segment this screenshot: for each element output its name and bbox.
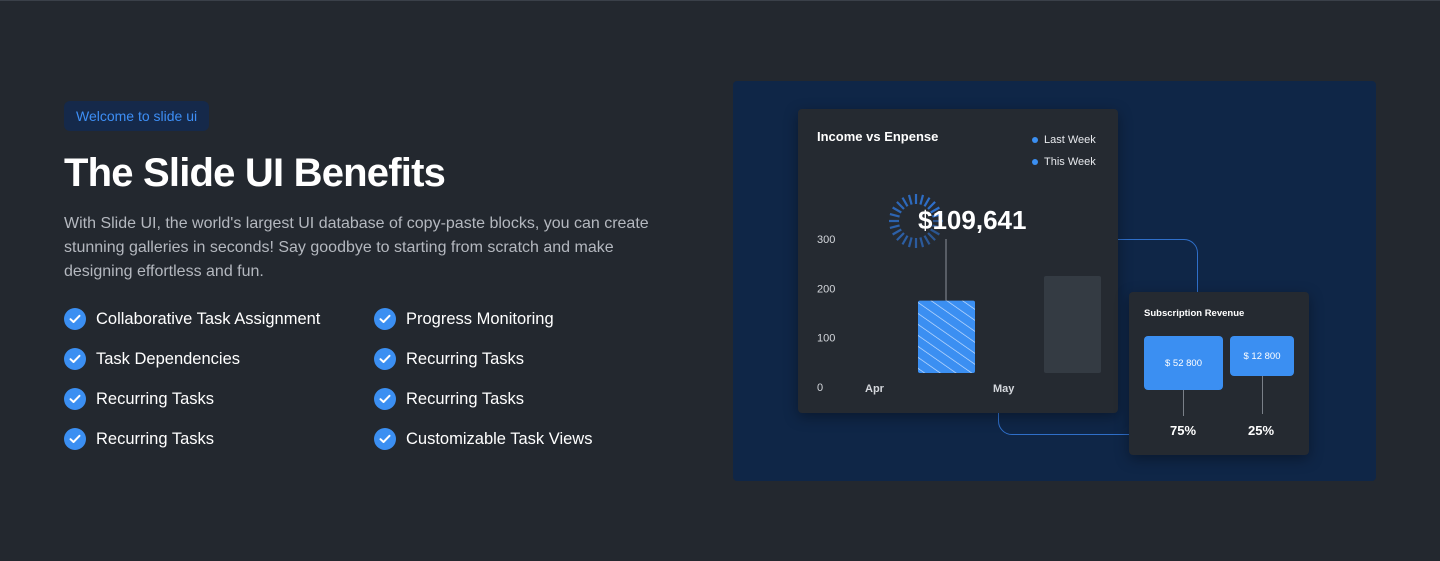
spinner-tick [907, 194, 913, 205]
revenue-amount-secondary: $ 12 800 [1230, 336, 1294, 376]
hero-description: With Slide UI, the world's largest UI da… [64, 215, 649, 280]
spinner-tick [901, 197, 909, 207]
check-circle-icon [374, 428, 396, 450]
check-circle-icon [64, 348, 86, 370]
revenue-amount-primary: $ 52 800 [1144, 336, 1223, 390]
feature-item: Recurring Tasks [374, 388, 664, 410]
revenue-percent-primary: 75% [1170, 423, 1197, 438]
check-circle-icon [374, 308, 396, 330]
feature-item: Collaborative Task Assignment [64, 308, 374, 330]
feature-label: Recurring Tasks [96, 389, 214, 408]
check-circle-icon [374, 388, 396, 410]
subscription-revenue-card: Subscription Revenue $ 52 800 $ 12 800 7… [1129, 292, 1309, 455]
feature-label: Recurring Tasks [96, 429, 214, 448]
spinner-tick [919, 237, 925, 248]
bar-this-week [1044, 276, 1101, 373]
y-tick-label: 200 [817, 283, 835, 295]
spinner-tick [896, 232, 905, 241]
spinner-tick [889, 224, 900, 230]
feature-item: Task Dependencies [64, 348, 374, 370]
bar-last-week [918, 300, 975, 373]
spinner-tick [919, 194, 925, 205]
highlight-value: $109,641 [918, 205, 1027, 235]
income-expense-card: Income vs Enpense Last Week This Week 01… [798, 109, 1118, 413]
y-tick-label: 0 [817, 382, 823, 394]
connector-stem [1262, 376, 1263, 414]
check-circle-icon [64, 428, 86, 450]
check-circle-icon [64, 388, 86, 410]
spinner-tick [907, 237, 913, 248]
connector-stem [1183, 390, 1184, 416]
bar-chart: 0 100 200 300 Apr May [817, 194, 1101, 395]
feature-label: Task Dependencies [96, 349, 241, 368]
page-title: The Slide UI Benefits [64, 151, 446, 195]
feature-item: Recurring Tasks [64, 428, 374, 450]
feature-item: Progress Monitoring [374, 308, 664, 330]
x-tick-label: May [993, 383, 1015, 395]
feature-item: Customizable Task Views [374, 428, 664, 450]
feature-item: Recurring Tasks [374, 348, 664, 370]
spinner-tick [892, 206, 902, 214]
feature-label: Recurring Tasks [406, 389, 524, 408]
hero-section: Welcome to slide ui The Slide UI Benefit… [64, 101, 684, 450]
spinner-tick [889, 212, 900, 218]
spinner-tick [901, 235, 909, 245]
y-tick-label: 100 [817, 333, 835, 345]
x-tick-label: Apr [865, 383, 885, 395]
revenue-percent-secondary: 25% [1248, 423, 1275, 438]
y-tick-label: 300 [817, 234, 835, 246]
spinner-tick [896, 201, 905, 210]
feature-item: Recurring Tasks [64, 388, 374, 410]
subscription-title: Subscription Revenue [1144, 308, 1245, 319]
feature-label: Progress Monitoring [406, 309, 554, 328]
check-circle-icon [374, 348, 396, 370]
feature-label: Collaborative Task Assignment [96, 309, 321, 328]
spinner-tick [892, 228, 902, 236]
feature-list: Collaborative Task Assignment Progress Mo… [64, 308, 684, 450]
check-circle-icon [64, 308, 86, 330]
welcome-badge: Welcome to slide ui [64, 101, 210, 131]
feature-label: Recurring Tasks [406, 349, 524, 368]
spinner-tick [923, 235, 931, 245]
feature-label: Customizable Task Views [406, 429, 593, 448]
